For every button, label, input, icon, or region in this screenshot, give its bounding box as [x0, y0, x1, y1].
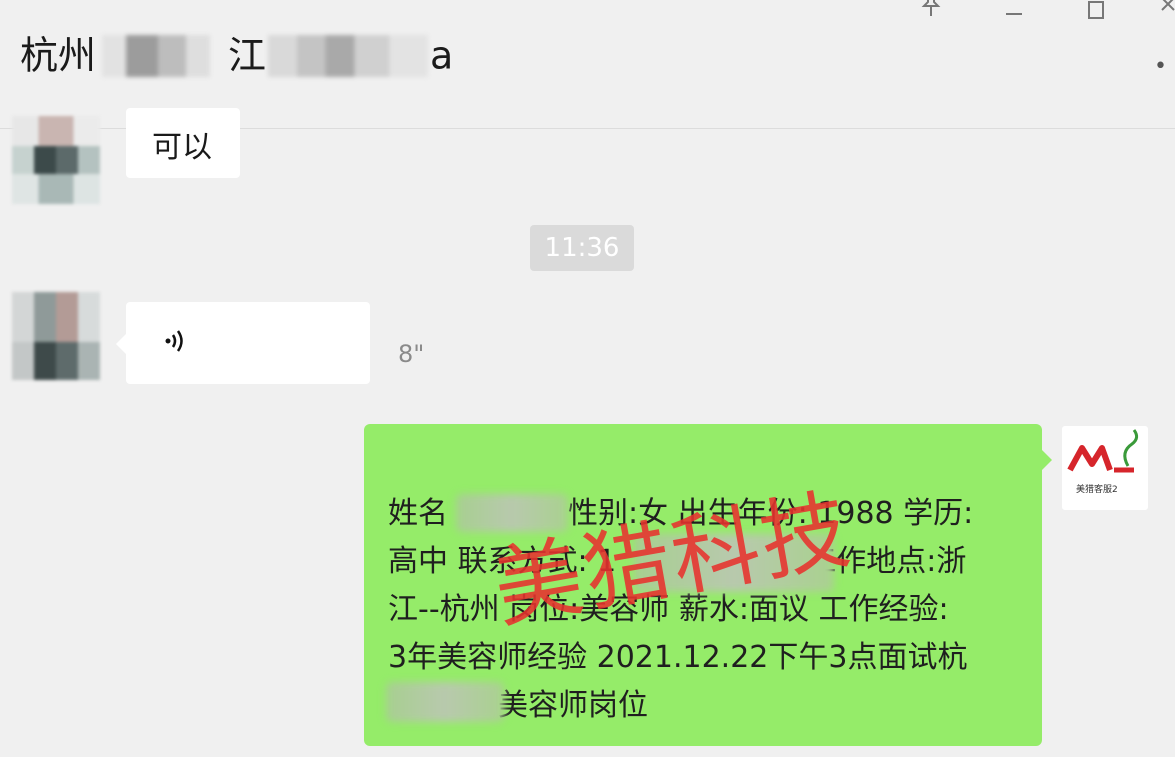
redacted-title-block	[102, 34, 211, 77]
chat-title-part2: 江	[228, 33, 267, 78]
avatar[interactable]	[12, 116, 100, 204]
message-bubble[interactable]: 可以	[126, 108, 240, 178]
more-dots-icon[interactable]: •	[1154, 54, 1167, 79]
message-line-part: 姓名	[388, 496, 448, 531]
timestamp-badge: 11:36	[530, 225, 634, 271]
chat-title-part3: a	[430, 33, 454, 78]
sender-logo-avatar[interactable]: 美猎客服2	[1062, 426, 1148, 510]
chat-title: 杭州 江 a	[20, 28, 453, 81]
avatar[interactable]	[12, 292, 100, 380]
message-line: 3年美容师经验 2021.12.22下午3点面试杭	[388, 640, 968, 675]
pin-icon[interactable]	[920, 0, 942, 30]
maximize-icon[interactable]	[1086, 0, 1106, 34]
ml-logo-icon	[1067, 429, 1139, 473]
close-icon[interactable]	[1160, 0, 1175, 30]
logo-caption: 美猎客服2	[1076, 485, 1118, 495]
chat-title-part1: 杭州	[20, 33, 97, 78]
message-text: 可以	[152, 130, 212, 165]
redacted-text-block	[386, 682, 504, 722]
message-line-part: 美容师岗位	[498, 688, 648, 723]
voice-message-bubble[interactable]	[116, 302, 370, 384]
minimize-icon[interactable]	[1004, 0, 1024, 36]
voice-wave-icon	[162, 326, 190, 363]
voice-duration: 8"	[398, 340, 425, 368]
redacted-title-block	[268, 34, 429, 77]
